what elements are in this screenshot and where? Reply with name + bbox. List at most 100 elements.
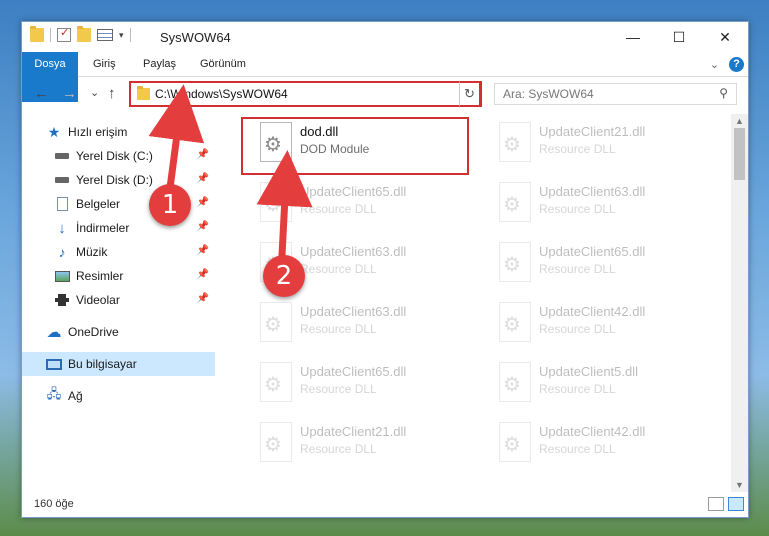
file-item[interactable]: UpdateClient65.dll Resource DLL <box>491 238 676 288</box>
details-view-icon[interactable] <box>708 497 724 511</box>
view-toggle <box>708 497 744 511</box>
up-arrow-icon[interactable]: ↑ <box>108 85 116 102</box>
file-item[interactable]: UpdateClient42.dll Resource DLL <box>491 418 676 468</box>
dll-file-icon <box>499 242 531 282</box>
sidebar-item-local-disk-d[interactable]: Yerel Disk (D:) 📌 <box>22 168 215 192</box>
pin-icon[interactable]: 📌 <box>197 221 209 232</box>
file-name: UpdateClient63.dll <box>300 304 407 319</box>
sidebar-item-label: Yerel Disk (C:) <box>76 149 153 163</box>
explorer-window: ▾ SysWOW64 — ☐ ✕ Dosya Giriş Paylaş Görü… <box>21 21 749 518</box>
tab-home[interactable]: Giriş <box>93 52 116 77</box>
sidebar-item-music[interactable]: ♪ Müzik 📌 <box>22 240 215 264</box>
disk-icon <box>54 149 70 163</box>
step-2-badge: 2 <box>263 255 305 297</box>
file-item[interactable]: UpdateClient21.dll Resource DLL <box>491 118 676 168</box>
file-item[interactable]: UpdateClient5.dll Resource DLL <box>491 358 676 408</box>
cloud-icon: ☁ <box>46 324 62 341</box>
sidebar-item-local-disk-c[interactable]: Yerel Disk (C:) 📌 <box>22 144 215 168</box>
sidebar-item-label: Yerel Disk (D:) <box>76 173 153 187</box>
sidebar-item-this-pc[interactable]: Bu bilgisayar <box>22 352 215 376</box>
address-bar[interactable]: C:\Windows\SysWOW64 ⌄ <box>129 81 482 107</box>
expand-ribbon-chevron-icon[interactable]: ⌄ <box>710 58 719 71</box>
pin-icon[interactable]: 📌 <box>197 293 209 304</box>
video-icon <box>54 293 70 307</box>
file-type: Resource DLL <box>300 322 377 336</box>
file-item[interactable]: UpdateClient63.dll Resource DLL <box>491 178 676 228</box>
music-icon: ♪ <box>58 244 66 260</box>
toolbar-divider <box>50 28 51 42</box>
sidebar-item-label: Videolar <box>76 293 120 307</box>
forward-arrow-icon[interactable]: → <box>62 85 77 102</box>
ribbon-tabs: Dosya Giriş Paylaş Görünüm ⌄ ? <box>22 52 748 102</box>
sidebar-item-network[interactable]: 🖧 Ağ <box>22 384 215 408</box>
disk-icon <box>54 173 70 187</box>
title-bar: ▾ SysWOW64 — ☐ ✕ <box>22 22 748 52</box>
pin-icon[interactable]: 📌 <box>197 245 209 256</box>
scroll-up-arrow-icon[interactable]: ▲ <box>735 116 744 126</box>
folder-icon <box>137 86 150 100</box>
network-icon: 🖧 <box>46 386 62 401</box>
dll-file-icon <box>499 122 531 162</box>
item-count: 160 öğe <box>34 498 74 510</box>
sidebar-item-label: Belgeler <box>76 197 121 211</box>
file-type: Resource DLL <box>539 322 616 336</box>
dll-file-icon <box>499 362 531 402</box>
file-item[interactable]: UpdateClient21.dll Resource DLL <box>252 418 437 468</box>
pin-icon[interactable]: 📌 <box>197 269 209 280</box>
file-item[interactable]: UpdateClient63.dll Resource DLL <box>252 298 437 348</box>
file-type: Resource DLL <box>539 202 616 216</box>
help-icon[interactable]: ? <box>729 57 744 72</box>
recent-locations-chevron-icon[interactable]: ⌄ <box>90 86 99 99</box>
tab-view[interactable]: Görünüm <box>200 52 246 77</box>
sidebar-item-videos[interactable]: Videolar 📌 <box>22 288 215 312</box>
toolbar-divider <box>129 28 131 42</box>
navigation-bar: ← → ⌄ ↑ C:\Windows\SysWOW64 ⌄ ↻ Ara: Sys… <box>22 78 748 111</box>
navigation-pane: ★ Hızlı erişim Yerel Disk (C:) 📌 Yerel D… <box>22 114 215 492</box>
search-icon[interactable]: ⚲ <box>719 86 728 100</box>
minimize-button[interactable]: — <box>610 22 656 52</box>
file-name: UpdateClient63.dll <box>539 184 646 199</box>
folder-icon <box>30 26 44 42</box>
sidebar-item-downloads[interactable]: ↓ İndirmeler 📌 <box>22 216 215 240</box>
back-arrow-icon[interactable]: ← <box>34 85 49 102</box>
sidebar-item-onedrive[interactable]: ☁ OneDrive <box>22 320 215 344</box>
file-item[interactable]: UpdateClient42.dll Resource DLL <box>491 298 676 348</box>
file-name: UpdateClient63.dll <box>300 244 407 259</box>
close-button[interactable]: ✕ <box>702 22 748 52</box>
sidebar-item-quick-access[interactable]: ★ Hızlı erişim <box>22 120 215 144</box>
file-name: UpdateClient42.dll <box>539 424 646 439</box>
scroll-down-arrow-icon[interactable]: ▼ <box>735 480 744 490</box>
customize-toolbar-chevron-icon[interactable]: ▾ <box>119 30 124 41</box>
file-type: Resource DLL <box>539 382 616 396</box>
file-item[interactable]: UpdateClient65.dll Resource DLL <box>252 178 437 228</box>
new-folder-icon[interactable] <box>77 26 91 42</box>
dll-file-icon <box>499 182 531 222</box>
vertical-scrollbar[interactable]: ▲ ▼ <box>731 114 748 492</box>
download-icon: ↓ <box>58 219 66 237</box>
tab-share[interactable]: Paylaş <box>143 52 176 77</box>
step-1-badge: 1 <box>149 184 191 226</box>
file-name: UpdateClient5.dll <box>539 364 639 379</box>
sidebar-item-pictures[interactable]: Resimler 📌 <box>22 264 215 288</box>
refresh-button[interactable]: ↻ <box>459 81 481 107</box>
pictures-icon <box>54 269 70 283</box>
properties-icon[interactable] <box>97 29 113 41</box>
file-name: UpdateClient21.dll <box>300 424 407 439</box>
search-box[interactable]: Ara: SysWOW64 ⚲ <box>494 83 737 105</box>
file-type: Resource DLL <box>539 142 616 156</box>
file-highlight-box <box>241 117 469 175</box>
status-bar: 160 öğe <box>22 492 748 518</box>
large-icons-view-icon[interactable] <box>728 497 744 511</box>
properties-check-icon[interactable] <box>57 26 71 42</box>
file-item[interactable]: UpdateClient65.dll Resource DLL <box>252 358 437 408</box>
sidebar-item-label: Ağ <box>68 389 83 403</box>
file-name: UpdateClient65.dll <box>539 244 646 259</box>
pin-icon[interactable]: 📌 <box>197 149 209 160</box>
sidebar-item-label: Resimler <box>76 269 124 283</box>
pin-icon[interactable]: 📌 <box>197 173 209 184</box>
maximize-button[interactable]: ☐ <box>656 22 702 52</box>
file-type: Resource DLL <box>300 262 377 276</box>
file-name: UpdateClient65.dll <box>300 364 407 379</box>
scrollbar-thumb[interactable] <box>734 128 745 180</box>
pin-icon[interactable]: 📌 <box>197 197 209 208</box>
